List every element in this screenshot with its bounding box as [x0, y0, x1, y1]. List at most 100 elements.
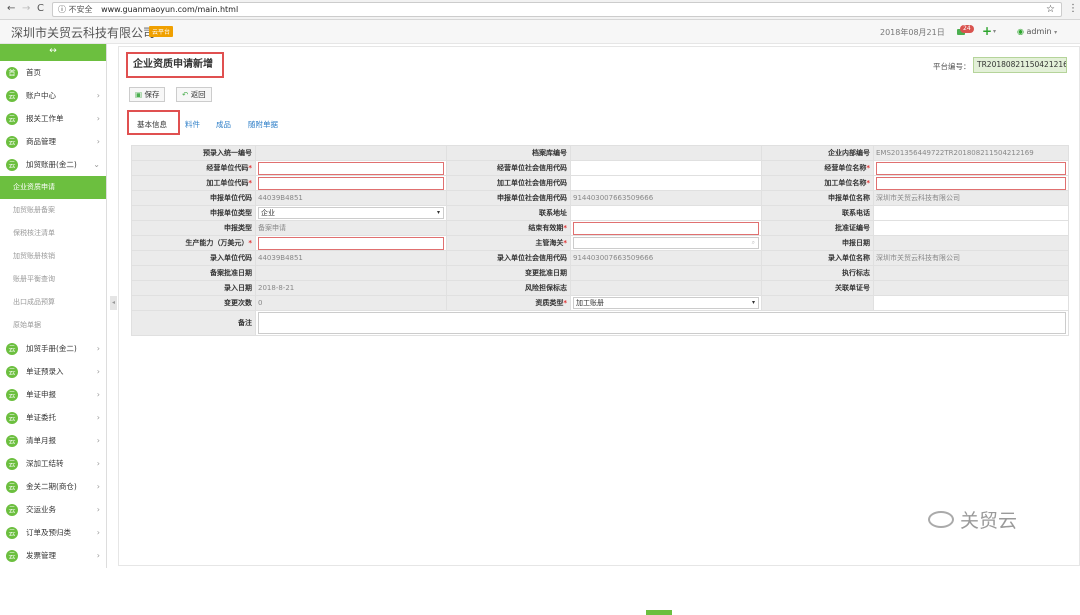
required-input[interactable]	[258, 161, 444, 175]
sidebar-item[interactable]: 云商品管理 ›	[0, 130, 106, 153]
remark-textarea[interactable]	[258, 312, 1066, 334]
sidebar-item[interactable]: 云加贸手册(金二) ›	[0, 337, 106, 360]
sidebar-subitem[interactable]: 加贸账册备案	[0, 199, 106, 222]
chevron-right-icon: ›	[96, 367, 100, 376]
field-value	[570, 280, 762, 296]
required-input[interactable]	[573, 221, 759, 235]
search-icon: ⌕	[751, 239, 755, 246]
sidebar-toggle[interactable]: ↔	[0, 44, 106, 61]
field-label: 申报单位社会信用代码	[446, 190, 571, 206]
tab-materials[interactable]: 料件	[185, 119, 200, 130]
sidebar-item-label: 商品管理	[26, 137, 56, 146]
field-label: 备案批准日期	[131, 265, 256, 281]
sidebar-item[interactable]: 云账户中心 ›	[0, 84, 106, 107]
required-input[interactable]	[876, 176, 1066, 190]
sidebar-item-label: 单证预录入	[26, 367, 64, 376]
sidebar-item[interactable]: 云交运业务 ›	[0, 498, 106, 521]
field-label: 关联单证号	[761, 280, 874, 296]
field-value-text: 备案申请	[258, 224, 286, 232]
field-value[interactable]	[873, 205, 1069, 221]
search-select-field[interactable]: ⌕	[573, 237, 759, 249]
sidebar-item[interactable]: 云单证委托 ›	[0, 406, 106, 429]
menu-icon: 云	[6, 480, 18, 493]
field-label-text: 经营单位社会信用代码	[497, 164, 567, 172]
field-value[interactable]	[873, 220, 1069, 236]
sidebar-subitem[interactable]: 原始单据	[0, 314, 106, 337]
field-value: 2018-8-21	[255, 280, 447, 296]
field-value[interactable]	[873, 160, 1069, 176]
sidebar-item[interactable]: 云深加工结转 ›	[0, 452, 106, 475]
menu-icon: 首	[6, 66, 18, 79]
field-value[interactable]	[255, 235, 447, 251]
tab-products[interactable]: 成品	[216, 119, 231, 130]
menu-icon: 云	[6, 365, 18, 378]
chevron-right-icon: ›	[96, 413, 100, 422]
address-bar[interactable]: ⓘ 不安全 www.guanmaoyun.com/main.html ☆	[52, 2, 1062, 17]
field-label: 企业内部编号	[761, 145, 874, 161]
field-label-text: 经营单位名称	[824, 164, 867, 172]
user-name: admin	[1026, 27, 1052, 36]
field-value[interactable]	[570, 160, 762, 176]
browser-menu-icon[interactable]: ⋮	[1068, 3, 1078, 14]
chevron-down-icon[interactable]: ▾	[993, 28, 996, 35]
field-value[interactable]	[570, 205, 762, 221]
sidebar-subitem[interactable]: 保税核注清单	[0, 222, 106, 245]
field-value[interactable]: ⌕	[570, 235, 762, 251]
field-value	[255, 265, 447, 281]
message-button[interactable]: 24	[954, 25, 974, 39]
sidebar-item[interactable]: 云订单及预归类 ›	[0, 521, 106, 544]
field-value: 914403007663509666	[570, 250, 762, 266]
tab-attachments[interactable]: 随附单据	[248, 119, 278, 130]
sidebar-subitem[interactable]: 加贸账册核销	[0, 245, 106, 268]
url-text: www.guanmaoyun.com/main.html	[101, 5, 239, 14]
form-row: 申报类型 备案申请 结束有效期* 批准证编号	[131, 220, 1069, 236]
field-value[interactable]	[873, 295, 1069, 311]
wechat-icon	[928, 511, 954, 528]
add-icon[interactable]: +	[982, 24, 992, 38]
menu-icon: 云	[6, 503, 18, 516]
sidebar-item-label: 订单及预归类	[26, 528, 71, 537]
form-row: 变更次数 0 资质类型* 加工账册 ▾	[131, 295, 1069, 311]
field-value[interactable]	[873, 175, 1069, 191]
sidebar-subitem[interactable]: 出口成品预算	[0, 291, 106, 314]
sidebar-item[interactable]: 云加贸账册(金二) ⌄	[0, 153, 106, 176]
field-value[interactable]	[570, 175, 762, 191]
save-button[interactable]: ▣ 保存	[129, 87, 166, 102]
field-label: 变更次数	[131, 295, 256, 311]
sidebar-item-label: 报关工作单	[26, 114, 64, 123]
field-value: 深圳市关贸云科技有限公司	[873, 250, 1069, 266]
sidebar-subitem[interactable]: 账册平衡查询	[0, 268, 106, 291]
remark-cell[interactable]	[255, 310, 1069, 336]
sidebar-item[interactable]: 云清单月报 ›	[0, 429, 106, 452]
forward-icon[interactable]: →	[22, 3, 30, 14]
select-field[interactable]: 加工账册 ▾	[573, 297, 759, 309]
select-field[interactable]: 企业 ▾	[258, 207, 444, 219]
sidebar-item[interactable]: 云单证预录入 ›	[0, 360, 106, 383]
user-menu[interactable]: ◉ admin ▾	[1017, 27, 1057, 36]
sidebar-item[interactable]: 云发票管理 ›	[0, 544, 106, 567]
reload-icon[interactable]: C	[37, 3, 44, 14]
field-value[interactable]: 企业 ▾	[255, 205, 447, 221]
sidebar-subitem[interactable]: 企业资质申请	[0, 176, 106, 199]
tab-basic-info[interactable]: 基本信息	[137, 119, 167, 130]
field-value	[570, 145, 762, 161]
back-button[interactable]: ↶ 返回	[176, 87, 212, 102]
field-value[interactable]	[570, 220, 762, 236]
scroll-tab[interactable]	[646, 610, 672, 615]
sidebar-item[interactable]: 首首页	[0, 61, 106, 84]
star-icon[interactable]: ☆	[1046, 3, 1055, 16]
field-value[interactable]	[255, 160, 447, 176]
field-value-text: 2018-8-21	[258, 284, 295, 292]
sidebar-item[interactable]: 云单证申报 ›	[0, 383, 106, 406]
field-value[interactable]	[255, 175, 447, 191]
sidebar-collapse-handle[interactable]: ◂	[110, 296, 117, 310]
sidebar-item[interactable]: 云金关二期(商仓) ›	[0, 475, 106, 498]
required-input[interactable]	[876, 161, 1066, 175]
field-value[interactable]: 加工账册 ▾	[570, 295, 762, 311]
required-input[interactable]	[258, 236, 444, 250]
required-input[interactable]	[258, 176, 444, 190]
back-icon[interactable]: ←	[7, 3, 15, 14]
sidebar-item[interactable]: 云报关工作单 ›	[0, 107, 106, 130]
menu-icon: 云	[6, 457, 18, 470]
field-value: EMS201356449722TR201808211504212169	[873, 145, 1069, 161]
